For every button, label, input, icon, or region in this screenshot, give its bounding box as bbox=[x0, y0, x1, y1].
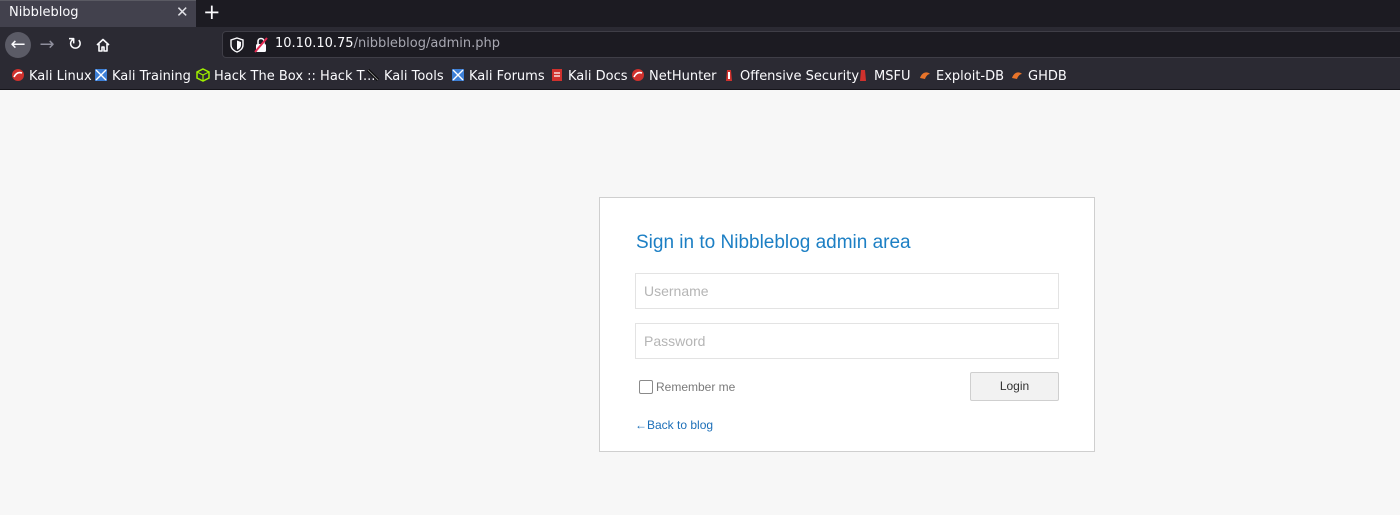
bookmark-ghdb[interactable]: GHDB bbox=[1010, 68, 1067, 86]
new-tab-icon[interactable]: + bbox=[203, 0, 221, 25]
bookmark-kali-docs[interactable]: Kali Docs bbox=[550, 68, 628, 86]
nav-toolbar: ← → ↻ 10.10.10.75/nibbleblog/admin.php bbox=[0, 27, 1400, 63]
back-to-blog-link[interactable]: ←Back to blog bbox=[635, 418, 713, 432]
password-input[interactable] bbox=[635, 323, 1059, 359]
kali-dragon-icon bbox=[12, 69, 24, 81]
bookmark-label: Kali Docs bbox=[568, 69, 628, 84]
kali-tools-icon bbox=[366, 68, 380, 82]
tab-nibbleblog[interactable]: Nibbleblog ✕ bbox=[0, 0, 196, 27]
bookmark-offensive-security[interactable]: Offensive Security bbox=[722, 68, 859, 86]
insecure-lock-icon[interactable] bbox=[254, 37, 268, 53]
bookmark-label: Hack The Box :: Hack T... bbox=[214, 69, 376, 84]
bookmarks-bar: Kali Linux Kali Training Hack The Box ::… bbox=[0, 63, 1400, 90]
bookmark-kali-training[interactable]: Kali Training bbox=[94, 68, 191, 86]
bookmark-label: Kali Training bbox=[112, 69, 191, 84]
url-path: /nibbleblog/admin.php bbox=[353, 36, 500, 51]
login-panel: Sign in to Nibbleblog admin area Remembe… bbox=[599, 197, 1095, 452]
back-button[interactable]: ← bbox=[5, 32, 31, 58]
kali-forums-icon bbox=[452, 69, 464, 81]
home-button[interactable] bbox=[90, 32, 116, 58]
home-icon bbox=[96, 38, 110, 52]
url-bar[interactable]: 10.10.10.75/nibbleblog/admin.php bbox=[222, 31, 1400, 58]
bookmark-msfu[interactable]: MSFU bbox=[856, 68, 910, 86]
bookmark-label: NetHunter bbox=[649, 69, 717, 84]
bookmark-nethunter[interactable]: NetHunter bbox=[631, 68, 717, 86]
nethunter-icon bbox=[632, 69, 644, 81]
kali-docs-icon bbox=[552, 69, 562, 81]
username-input[interactable] bbox=[635, 273, 1059, 309]
bookmark-exploit-db[interactable]: Exploit-DB bbox=[918, 68, 1004, 86]
remember-me[interactable]: Remember me bbox=[639, 376, 735, 395]
exploitdb-icon bbox=[920, 72, 930, 79]
offsec-icon bbox=[726, 70, 732, 81]
bookmark-label: Kali Linux bbox=[29, 69, 92, 84]
bookmark-kali-forums[interactable]: Kali Forums bbox=[451, 68, 545, 86]
remember-me-label: Remember me bbox=[656, 380, 736, 394]
tracking-shield-icon[interactable] bbox=[230, 37, 244, 53]
bookmark-label: Kali Forums bbox=[469, 69, 545, 84]
bookmark-label: Kali Tools bbox=[384, 69, 444, 84]
reload-button[interactable]: ↻ bbox=[62, 32, 88, 58]
url-text[interactable]: 10.10.10.75/nibbleblog/admin.php bbox=[275, 36, 500, 51]
login-title: Sign in to Nibbleblog admin area bbox=[636, 232, 911, 253]
bookmark-label: GHDB bbox=[1028, 69, 1067, 84]
login-button[interactable]: Login bbox=[970, 372, 1059, 401]
bookmark-kali-tools[interactable]: Kali Tools bbox=[366, 68, 444, 86]
tab-strip: Nibbleblog ✕ + bbox=[0, 0, 1400, 27]
bookmark-label: Exploit-DB bbox=[936, 69, 1005, 84]
bookmark-label: Offensive Security bbox=[740, 69, 860, 84]
browser-window: Nibbleblog ✕ + ← → ↻ 10.10.10.75/nibbleb… bbox=[0, 0, 1400, 515]
ghdb-icon bbox=[1012, 72, 1022, 79]
msfu-icon bbox=[860, 70, 866, 81]
tab-title: Nibbleblog bbox=[9, 5, 79, 20]
url-host: 10.10.10.75 bbox=[275, 36, 354, 51]
close-tab-icon[interactable]: ✕ bbox=[176, 3, 189, 21]
hackthebox-cube-icon bbox=[196, 68, 210, 82]
kali-training-icon bbox=[95, 69, 107, 81]
forward-button[interactable]: → bbox=[34, 32, 60, 58]
bookmark-label: MSFU bbox=[874, 69, 911, 84]
bookmark-kali-linux[interactable]: Kali Linux bbox=[11, 68, 92, 86]
remember-me-checkbox[interactable] bbox=[639, 380, 653, 394]
bookmark-hack-the-box[interactable]: Hack The Box :: Hack T... bbox=[196, 68, 375, 86]
page-content: Sign in to Nibbleblog admin area Remembe… bbox=[0, 90, 1400, 515]
